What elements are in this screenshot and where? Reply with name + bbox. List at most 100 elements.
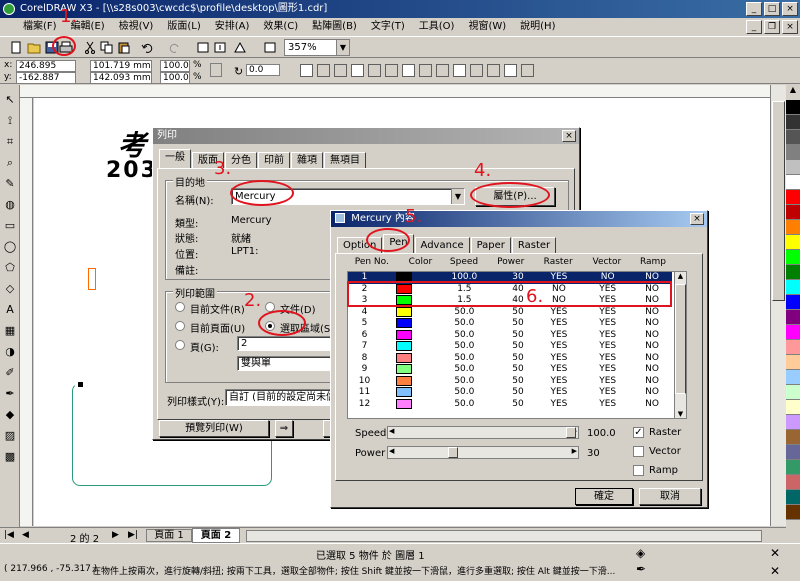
next-page-icon[interactable]: ▶: [112, 530, 119, 540]
slider-right-icon[interactable]: ▶: [572, 447, 577, 455]
redo-icon[interactable]: [166, 40, 182, 55]
pen-table-scrollbar[interactable]: ▲ ▼: [674, 272, 686, 418]
undo-icon[interactable]: [140, 40, 156, 55]
copy-icon[interactable]: [99, 40, 115, 55]
print-tab-5[interactable]: 無項目: [324, 152, 366, 168]
pen-column-header-4[interactable]: Raster: [534, 257, 583, 268]
crop-tool-icon[interactable]: ⌗: [3, 135, 17, 149]
last-page-icon[interactable]: ▶|: [128, 530, 138, 540]
palette-swatch[interactable]: [786, 445, 800, 460]
radio-current-page[interactable]: [175, 321, 185, 331]
menu-item-2[interactable]: 檢視(V): [112, 18, 161, 36]
menu-item-9[interactable]: 視窗(W): [461, 18, 513, 36]
import-icon[interactable]: [195, 40, 211, 55]
arrange-tool-icon[interactable]: [317, 64, 330, 77]
text-tool-icon[interactable]: A: [3, 303, 17, 317]
menu-item-3[interactable]: 版面(L): [160, 18, 207, 36]
palette-swatch[interactable]: [786, 235, 800, 250]
table-row[interactable]: 8 50.0 50 YES YES NO: [348, 352, 672, 365]
mini-preview-toggle-button[interactable]: ⇒: [275, 420, 293, 437]
menu-item-7[interactable]: 文字(T): [364, 18, 412, 36]
ramp-checkbox[interactable]: [633, 465, 644, 476]
prev-page-icon[interactable]: ◀: [22, 530, 29, 540]
speed-slider-thumb[interactable]: [566, 427, 576, 438]
interactive-blend-icon[interactable]: ◑: [3, 345, 17, 359]
pen-table-scroll-thumb[interactable]: [675, 284, 686, 394]
doc-minimize-button[interactable]: _: [746, 20, 762, 34]
table-row[interactable]: 6 50.0 50 YES YES NO: [348, 329, 672, 342]
palette-swatch[interactable]: [786, 370, 800, 385]
menu-item-10[interactable]: 說明(H): [513, 18, 562, 36]
vertical-scrollbar[interactable]: [770, 85, 786, 526]
arrange-tool-icon[interactable]: [419, 64, 432, 77]
speed-slider[interactable]: ◀ ▶: [387, 426, 579, 439]
lock-ratio-icon[interactable]: [210, 63, 222, 77]
first-page-icon[interactable]: |◀: [4, 530, 14, 540]
table-row[interactable]: 4 50.0 50 YES YES NO: [348, 306, 672, 319]
pen-column-header-1[interactable]: Color: [401, 257, 441, 268]
eyedropper-tool-icon[interactable]: ✐: [3, 366, 17, 380]
cancel-button[interactable]: 取消: [639, 488, 701, 505]
scale-height-field[interactable]: 100.0: [160, 72, 190, 84]
menu-item-4[interactable]: 安排(A): [208, 18, 257, 36]
mercury-tab-3[interactable]: Paper: [470, 237, 511, 253]
palette-swatch[interactable]: [786, 265, 800, 280]
pen-column-header-3[interactable]: Power: [488, 257, 534, 268]
zoom-tool-icon[interactable]: ⌕: [3, 156, 17, 170]
pen-column-header-2[interactable]: Speed: [440, 257, 488, 268]
height-field[interactable]: 142.093 mm: [90, 72, 152, 84]
page-tab-1[interactable]: 頁面 1: [146, 529, 192, 542]
ellipse-tool-icon[interactable]: ◯: [3, 240, 17, 254]
palette-swatch[interactable]: [786, 115, 800, 130]
rotation-angle-field[interactable]: 0.0: [246, 64, 280, 76]
page-tab-2[interactable]: 頁面 2: [192, 528, 240, 543]
power-slider-thumb[interactable]: [448, 447, 459, 458]
minimize-button[interactable]: _: [746, 2, 762, 16]
width-field[interactable]: 101.719 mm: [90, 60, 152, 72]
fill-tool-icon[interactable]: ◆: [3, 408, 17, 422]
canvas-text-203[interactable]: 203: [106, 158, 158, 183]
arrange-tool-icon[interactable]: [300, 64, 313, 77]
arrange-tool-icon[interactable]: [351, 64, 364, 77]
arrange-tool-icon[interactable]: [402, 64, 415, 77]
print-tab-0[interactable]: 一般: [159, 149, 191, 168]
arrange-tool-icon[interactable]: [436, 64, 449, 77]
vector-checkbox[interactable]: [633, 446, 644, 457]
arrange-tool-icon[interactable]: [334, 64, 347, 77]
palette-swatch[interactable]: [786, 355, 800, 370]
canvas-object-orange-rect[interactable]: [88, 268, 96, 290]
slider-left-icon[interactable]: ◀: [389, 427, 394, 435]
app-launcher-icon[interactable]: [232, 40, 248, 55]
export-icon[interactable]: [212, 40, 228, 55]
arrange-tool-icon[interactable]: [368, 64, 381, 77]
pen-column-header-6[interactable]: Ramp: [631, 257, 675, 268]
menu-item-0[interactable]: 檔案(F): [16, 18, 64, 36]
palette-swatch[interactable]: [786, 460, 800, 475]
menu-item-8[interactable]: 工具(O): [412, 18, 462, 36]
radio-current-document[interactable]: [175, 302, 185, 312]
menu-item-5[interactable]: 效果(C): [256, 18, 305, 36]
palette-swatch[interactable]: [786, 130, 800, 145]
scale-width-field[interactable]: 100.0: [160, 60, 190, 72]
palette-swatch[interactable]: [786, 175, 800, 190]
new-icon[interactable]: [8, 40, 24, 55]
arrange-tool-icon[interactable]: [453, 64, 466, 77]
y-position-field[interactable]: -162.887 mm: [16, 72, 76, 94]
horizontal-scrollbar[interactable]: [246, 530, 762, 542]
raster-checkbox[interactable]: ✓: [633, 427, 644, 438]
palette-swatch[interactable]: [786, 475, 800, 490]
slider-left-icon[interactable]: ◀: [389, 447, 394, 455]
print-style-select[interactable]: 自訂 (目前的設定尚未儲: [225, 389, 337, 406]
corel-online-icon[interactable]: [262, 40, 278, 55]
palette-swatch[interactable]: [786, 325, 800, 340]
palette-swatch[interactable]: [786, 250, 800, 265]
arrange-tool-icon[interactable]: [487, 64, 500, 77]
palette-swatch[interactable]: [786, 490, 800, 505]
print-tab-3[interactable]: 印前: [258, 152, 290, 168]
palette-swatch[interactable]: [786, 190, 800, 205]
table-row[interactable]: 5 50.0 50 YES YES NO: [348, 318, 672, 330]
ok-button[interactable]: 確定: [575, 488, 633, 505]
cut-icon[interactable]: [82, 40, 98, 55]
scroll-down-icon[interactable]: ▼: [675, 410, 686, 418]
palette-swatch[interactable]: [786, 160, 800, 175]
